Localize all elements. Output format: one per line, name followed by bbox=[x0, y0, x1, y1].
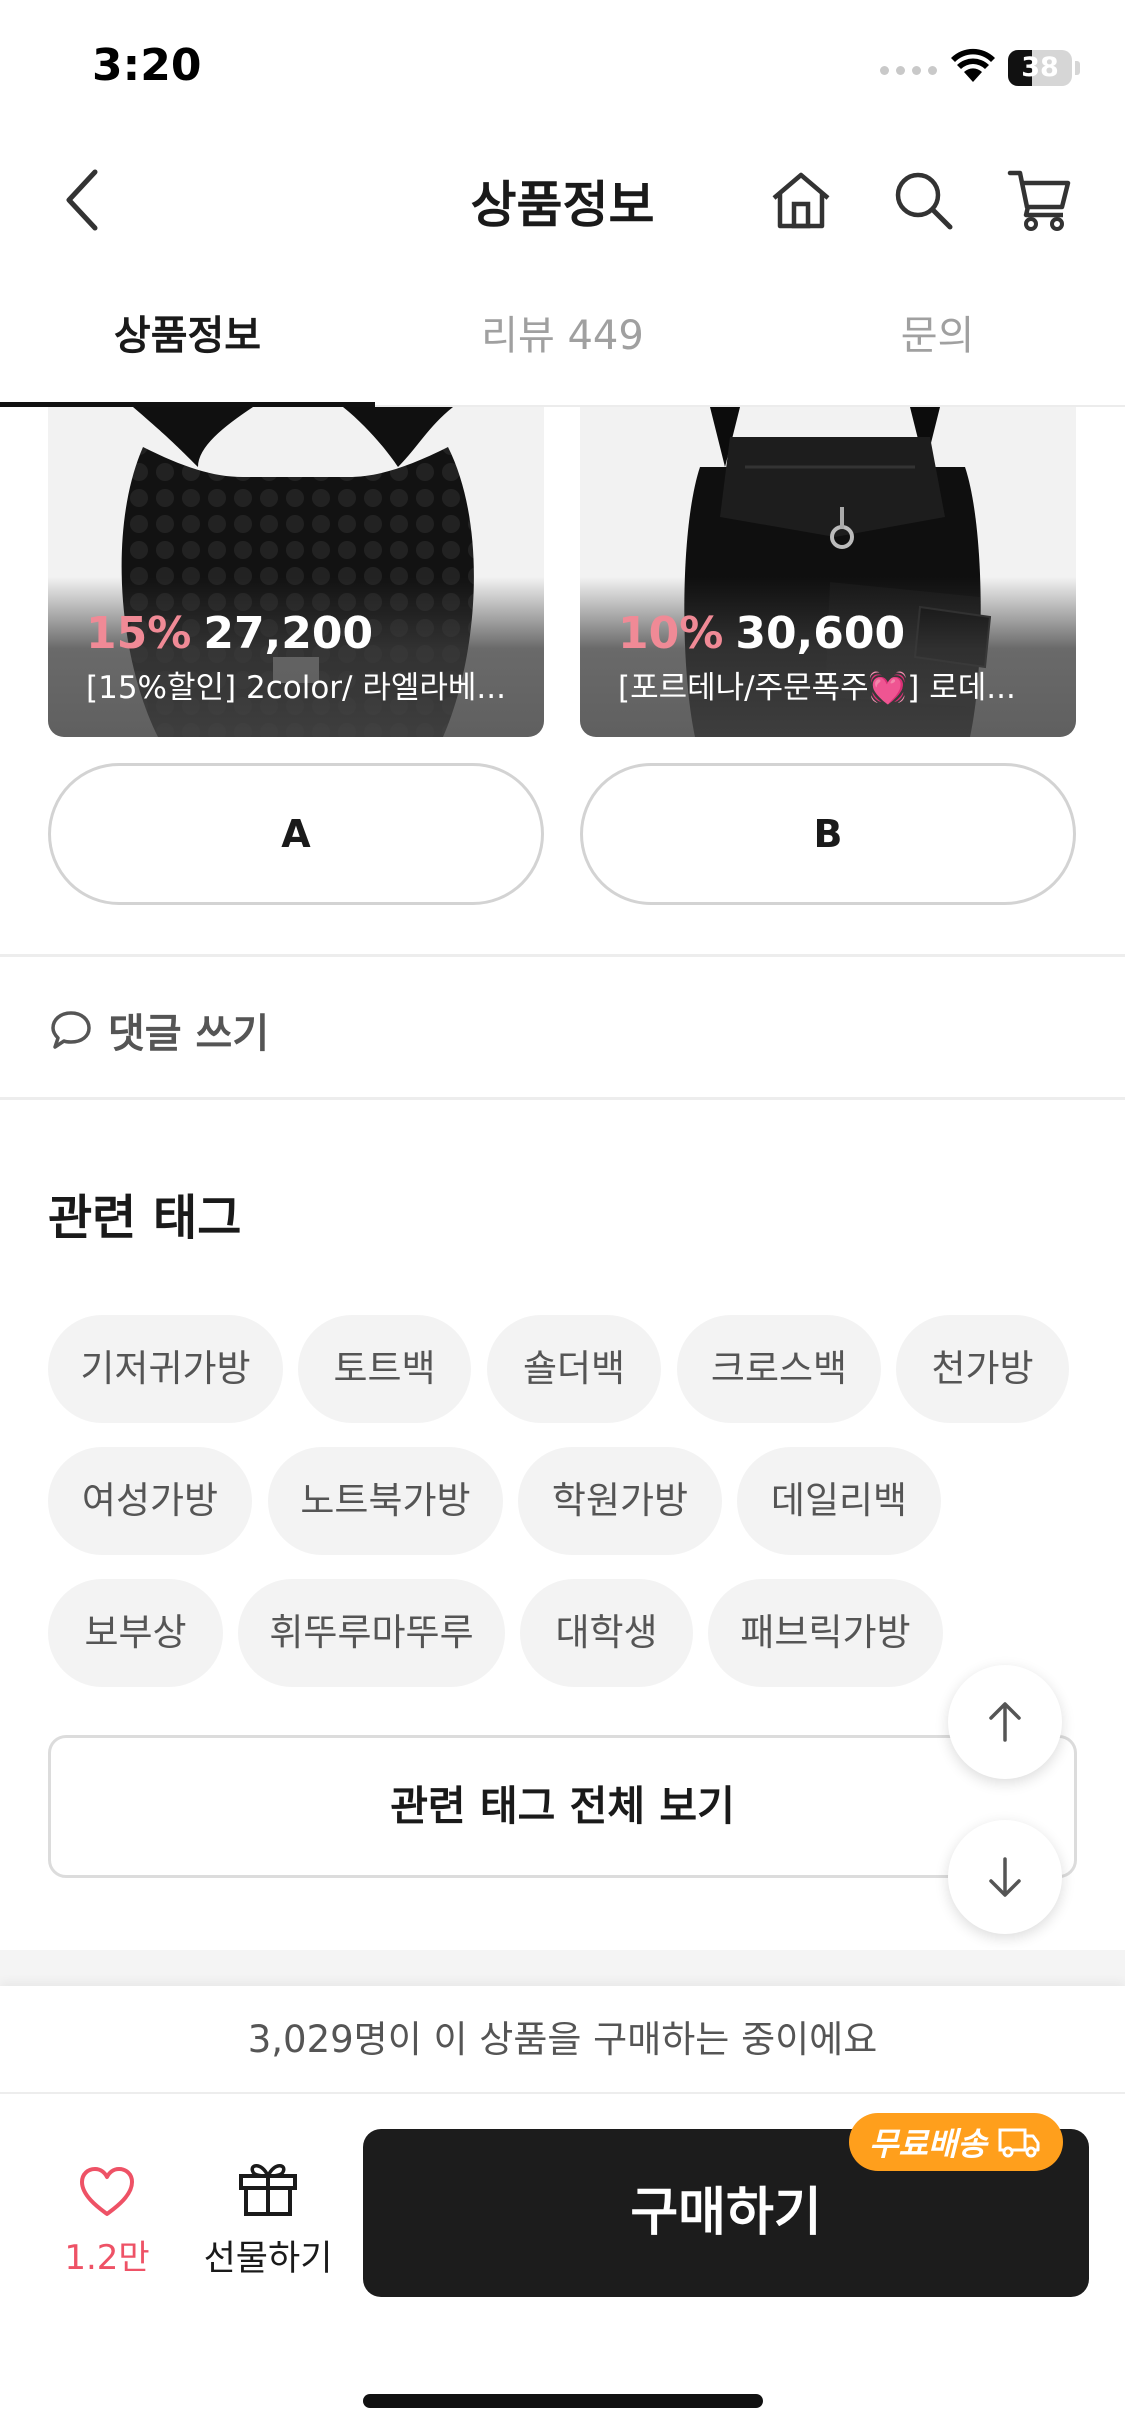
vote-a-button[interactable]: A bbox=[48, 763, 544, 905]
scroll-to-bottom-button[interactable] bbox=[948, 1820, 1062, 1934]
tag-chip[interactable]: 데일리백 bbox=[737, 1447, 941, 1555]
cart-icon bbox=[1007, 170, 1071, 231]
tab-bar: 상품정보 리뷰 449 문의 bbox=[0, 265, 1125, 407]
tag-chip[interactable]: 크로스백 bbox=[677, 1315, 881, 1423]
free-shipping-badge: 무료배송 bbox=[849, 2113, 1063, 2171]
top-nav: 상품정보 bbox=[0, 135, 1125, 265]
like-button[interactable]: 1.2만 bbox=[62, 2166, 152, 2279]
signal-icon bbox=[880, 66, 937, 75]
tag-chip[interactable]: 여성가방 bbox=[48, 1447, 252, 1555]
speech-bubble-icon bbox=[51, 1011, 91, 1049]
product-price-a: 15% 27,200 bbox=[86, 608, 373, 659]
view-all-tags-button[interactable]: 관련 태그 전체 보기 bbox=[48, 1735, 1077, 1878]
free-shipping-label: 무료배송 bbox=[869, 2125, 987, 2163]
heart-icon bbox=[80, 2167, 134, 2216]
tag-chip[interactable]: 천가방 bbox=[896, 1315, 1069, 1423]
sale-price: 27,200 bbox=[203, 608, 374, 659]
search-icon bbox=[895, 172, 953, 230]
status-time: 3:20 bbox=[92, 40, 202, 91]
bottom-purchase-bar: 3,029명이 이 상품을 구매하는 중이에요 1.2만 선물하기 구매하기 무… bbox=[0, 1986, 1125, 2436]
tag-chip[interactable]: 토트백 bbox=[298, 1315, 471, 1423]
tab-inquiry[interactable]: 문의 bbox=[750, 265, 1125, 407]
discount-rate: 15% bbox=[86, 608, 192, 659]
gift-icon bbox=[239, 2164, 297, 2216]
arrow-up-icon bbox=[989, 1702, 1021, 1742]
battery-percent: 38 bbox=[1021, 52, 1059, 83]
home-icon bbox=[772, 172, 830, 229]
discount-rate: 10% bbox=[618, 608, 724, 659]
product-card-b[interactable]: 10% 30,600 [포르테나/주문폭주💓] 로데... bbox=[580, 407, 1076, 737]
product-price-b: 10% 30,600 bbox=[618, 608, 905, 659]
product-name-b: [포르테나/주문폭주💓] 로데... bbox=[618, 670, 1016, 706]
tag-chip[interactable]: 학원가방 bbox=[518, 1447, 722, 1555]
home-button[interactable] bbox=[756, 155, 846, 245]
battery-icon: 38 bbox=[1008, 50, 1072, 86]
tab-reviews[interactable]: 리뷰 449 bbox=[375, 265, 750, 407]
divider bbox=[0, 1097, 1125, 1100]
divider bbox=[0, 954, 1125, 957]
like-count: 1.2만 bbox=[64, 2238, 150, 2278]
home-indicator bbox=[363, 2394, 763, 2408]
gift-label: 선물하기 bbox=[203, 2239, 333, 2279]
tag-chip[interactable]: 기저귀가방 bbox=[48, 1315, 283, 1423]
tag-chip[interactable]: 휘뚜루마뚜루 bbox=[238, 1579, 505, 1687]
tag-chip[interactable]: 패브릭가방 bbox=[708, 1579, 943, 1687]
product-name-a: [15%할인] 2color/ 라엘라베... bbox=[86, 670, 506, 706]
scroll-to-top-button[interactable] bbox=[948, 1665, 1062, 1779]
tag-chip[interactable]: 보부상 bbox=[48, 1579, 223, 1687]
write-comment-button[interactable]: 댓글 쓰기 bbox=[50, 1000, 269, 1060]
truck-icon bbox=[998, 2128, 1040, 2158]
sale-price: 30,600 bbox=[735, 608, 906, 659]
status-bar: 3:20 38 bbox=[0, 0, 1125, 135]
tab-product-info[interactable]: 상품정보 bbox=[0, 265, 375, 407]
tag-chip[interactable]: 대학생 bbox=[520, 1579, 693, 1687]
tag-chip[interactable]: 노트북가방 bbox=[268, 1447, 503, 1555]
related-tags-title: 관련 태그 bbox=[48, 1190, 242, 1246]
buyers-notice: 3,029명이 이 상품을 구매하는 중이에요 bbox=[0, 1986, 1125, 2094]
write-comment-label: 댓글 쓰기 bbox=[108, 1011, 270, 1057]
gift-button[interactable]: 선물하기 bbox=[198, 2158, 338, 2281]
product-card-a[interactable]: 15% 27,200 [15%할인] 2color/ 라엘라베... bbox=[48, 407, 544, 737]
tag-chip[interactable]: 숄더백 bbox=[487, 1315, 661, 1423]
search-button[interactable] bbox=[878, 155, 968, 245]
vote-b-button[interactable]: B bbox=[580, 763, 1076, 905]
arrow-down-icon bbox=[989, 1857, 1021, 1897]
wifi-icon bbox=[951, 48, 995, 82]
cart-button[interactable] bbox=[995, 155, 1085, 245]
